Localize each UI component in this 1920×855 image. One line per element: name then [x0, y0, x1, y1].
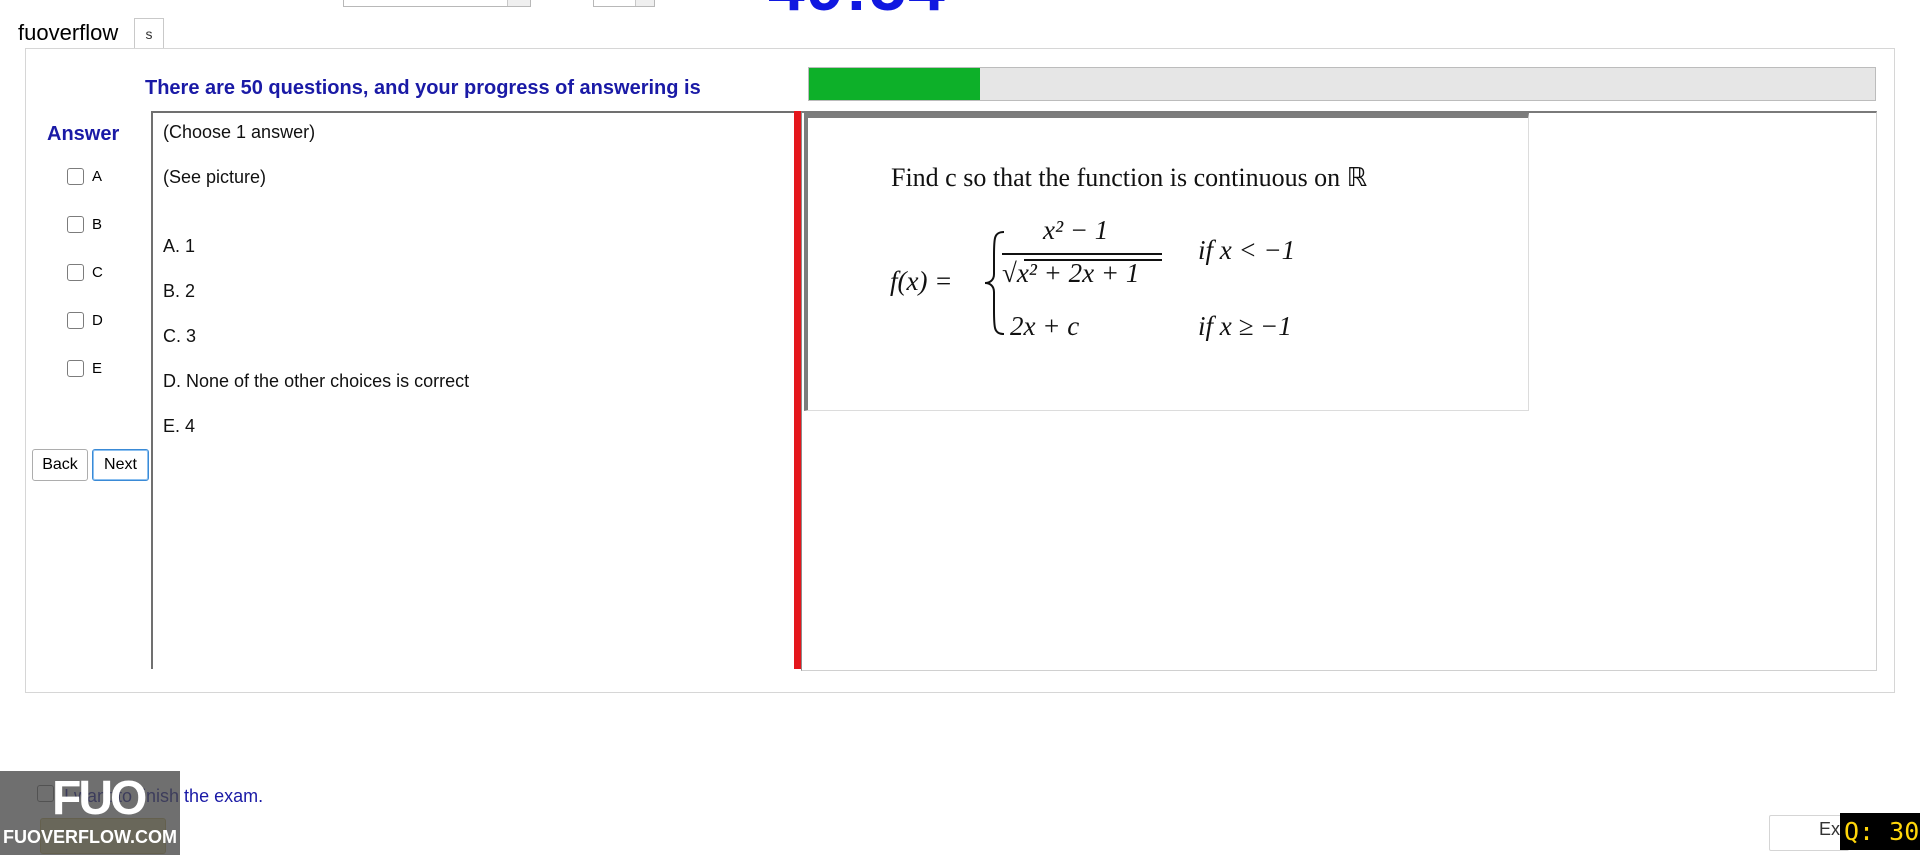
choice-d-text: D. None of the other choices is correct	[163, 371, 470, 391]
top-combo-box[interactable]	[343, 0, 531, 7]
option-d-label: D	[92, 311, 103, 329]
piece1-denominator: √x² + 2x + 1	[1002, 258, 1140, 288]
choice-b-text: B. 2	[163, 281, 196, 301]
combo-arrow[interactable]	[507, 0, 530, 6]
piece2-expression: 2x + c	[1010, 311, 1080, 341]
piece2-condition: if x ≥ −1	[1198, 311, 1292, 341]
top-small-combo-box[interactable]	[593, 0, 655, 7]
instruction-text: (Choose 1 answer)	[163, 122, 316, 142]
option-c-checkbox[interactable]	[67, 263, 84, 281]
brand-label: fuoverflow	[18, 20, 119, 45]
option-e[interactable]: E	[67, 357, 102, 379]
back-button[interactable]: Back	[32, 449, 88, 481]
option-e-label: E	[92, 359, 103, 377]
tab-stub[interactable]: s	[134, 18, 164, 49]
option-a-label: A	[92, 167, 103, 185]
watermark: FUO FUOVERFLOW.COM	[0, 771, 180, 855]
question-prompt: Find c so that the function is continuou…	[891, 163, 1368, 192]
choice-c-text: C. 3	[163, 326, 197, 346]
exam-timer: 49:54	[768, 0, 947, 20]
fraction-bar	[1002, 253, 1162, 255]
option-a-checkbox[interactable]	[67, 167, 84, 185]
option-d-checkbox[interactable]	[67, 311, 84, 329]
option-c[interactable]: C	[67, 261, 103, 283]
panel-splitter[interactable]	[794, 111, 801, 669]
piece1-numerator: x² − 1	[1043, 215, 1109, 245]
choice-a-text: A. 1	[163, 236, 196, 256]
option-b-label: B	[92, 215, 103, 233]
choice-e-text: E. 4	[163, 416, 196, 436]
answer-title: Answer	[47, 123, 120, 145]
option-c-label: C	[92, 263, 103, 281]
piece1-condition: if x < −1	[1198, 235, 1296, 265]
option-a[interactable]: A	[67, 165, 102, 187]
question-number-badge: Q: 30	[1840, 813, 1920, 850]
option-b-checkbox[interactable]	[67, 215, 84, 233]
function-lhs: f(x) =	[890, 266, 953, 296]
watermark-logo: FUO	[52, 772, 147, 825]
progress-bar	[808, 67, 1876, 101]
option-e-checkbox[interactable]	[67, 359, 84, 377]
combo-arrow[interactable]	[635, 0, 654, 6]
watermark-text: FUOVERFLOW.COM	[3, 827, 177, 847]
option-d[interactable]: D	[67, 309, 103, 331]
see-picture-text: (See picture)	[163, 167, 267, 187]
question-image	[804, 113, 1529, 411]
option-b[interactable]: B	[67, 213, 102, 235]
progress-fill	[809, 68, 980, 100]
progress-label: There are 50 questions, and your progres…	[145, 77, 701, 99]
next-button[interactable]: Next	[92, 449, 149, 481]
